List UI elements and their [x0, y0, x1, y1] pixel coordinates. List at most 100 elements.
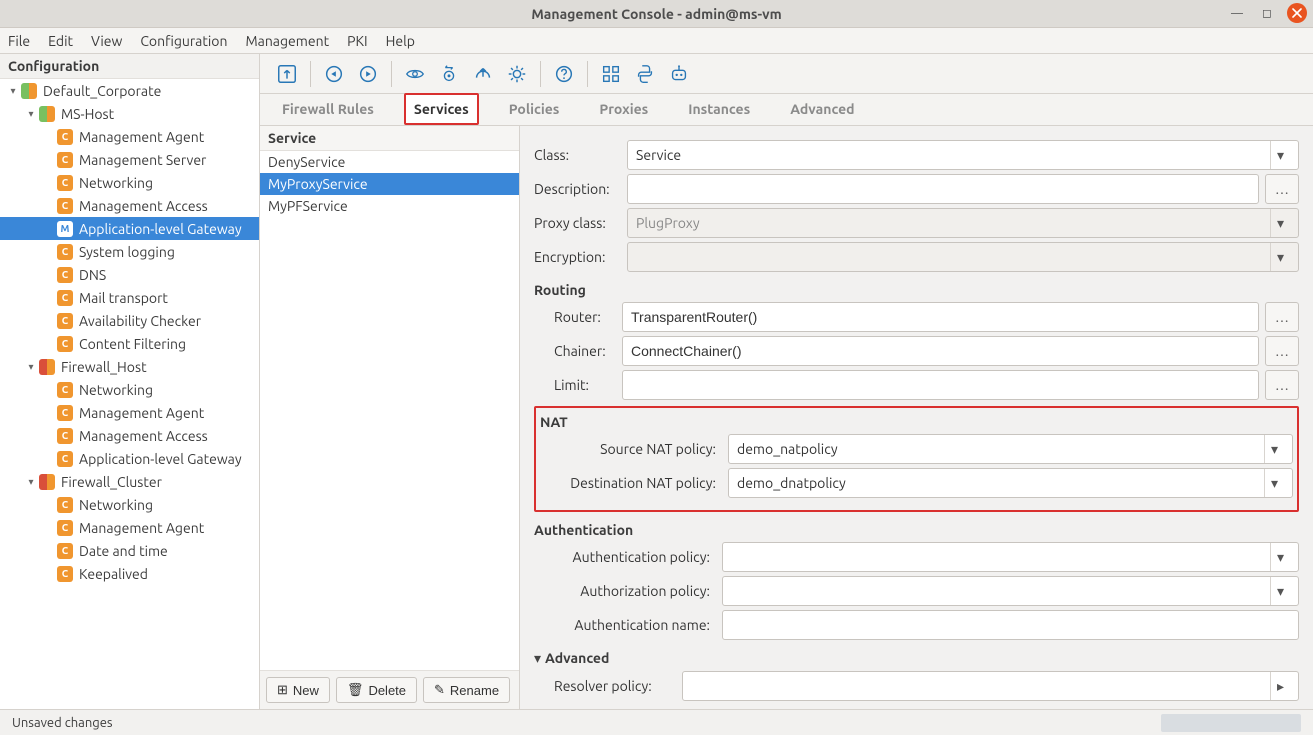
tab-firewall-rules[interactable]: Firewall Rules [272, 93, 384, 125]
resolver-label: Resolver policy: [554, 678, 674, 694]
chainer-more-button[interactable]: … [1265, 336, 1299, 366]
router-more-button[interactable]: … [1265, 302, 1299, 332]
tree-node[interactable]: CManagement Agent [0, 125, 259, 148]
tree-node[interactable]: ▾Firewall_Cluster [0, 470, 259, 493]
proxy-class-label: Proxy class: [534, 215, 619, 231]
tree-node[interactable]: CApplication-level Gateway [0, 447, 259, 470]
service-list-item[interactable]: DenyService [260, 151, 519, 173]
tree-node[interactable]: CDNS [0, 263, 259, 286]
tool-gear-icon[interactable] [500, 57, 534, 91]
new-service-button[interactable]: ⊞New [266, 677, 330, 703]
tree-node[interactable]: C Management Access [0, 194, 259, 217]
tool-view-icon[interactable] [398, 57, 432, 91]
menu-file[interactable]: File [8, 33, 30, 49]
service-list-item[interactable]: MyPFService [260, 195, 519, 217]
node-badge-icon: C [57, 175, 73, 191]
menu-management[interactable]: Management [245, 33, 329, 49]
tool-help-icon[interactable] [547, 57, 581, 91]
encryption-combo[interactable]: ▾ [627, 242, 1299, 272]
tab-policies[interactable]: Policies [499, 93, 570, 125]
src-nat-combo[interactable]: demo_natpolicy▾ [728, 434, 1293, 464]
tab-instances[interactable]: Instances [678, 93, 760, 125]
tree-node[interactable]: CSystem logging [0, 240, 259, 263]
close-button[interactable] [1287, 3, 1307, 23]
minimize-button[interactable]: — [1227, 3, 1247, 23]
tree-node[interactable]: CMail transport [0, 286, 259, 309]
tool-upload-icon[interactable] [466, 57, 500, 91]
tool-python-icon[interactable] [628, 57, 662, 91]
tab-services[interactable]: Services [404, 93, 479, 125]
router-input[interactable] [622, 302, 1259, 332]
delete-service-button[interactable]: 🗑Delete [336, 677, 417, 703]
tool-grid-icon[interactable] [594, 57, 628, 91]
service-list-item[interactable]: MyProxyService [260, 173, 519, 195]
tree-node-label: Management Server [79, 152, 206, 168]
tool-up-icon[interactable] [270, 57, 304, 91]
limit-more-button[interactable]: … [1265, 370, 1299, 400]
tree-node[interactable]: CManagement Agent [0, 516, 259, 539]
tool-robot-icon[interactable] [662, 57, 696, 91]
chevron-down-icon: ▾ [1270, 243, 1290, 271]
tab-proxies[interactable]: Proxies [589, 93, 658, 125]
node-badge-icon: C [57, 198, 73, 214]
advanced-section-title[interactable]: ▾Advanced [534, 650, 1299, 667]
menu-edit[interactable]: Edit [48, 33, 73, 49]
menu-help[interactable]: Help [386, 33, 415, 49]
config-tree[interactable]: ▾Default_Corporate▾MS-HostCManagement Ag… [0, 79, 259, 709]
chevron-down-icon: ▾ [1264, 435, 1284, 463]
tree-node-label: Default_Corporate [43, 83, 161, 99]
tree-node[interactable]: CNetworking [0, 378, 259, 401]
tree-node[interactable]: ▾Firewall_Host [0, 355, 259, 378]
workspace: Service DenyServiceMyProxyServiceMyPFSer… [260, 126, 1313, 709]
tool-revert-icon[interactable] [351, 57, 385, 91]
rename-service-button[interactable]: ✎Rename [423, 677, 510, 703]
tree-node[interactable]: MApplication-level Gateway [0, 217, 259, 240]
description-more-button[interactable]: … [1265, 174, 1299, 204]
service-list[interactable]: DenyServiceMyProxyServiceMyPFService [260, 151, 519, 670]
menu-view[interactable]: View [91, 33, 122, 49]
tree-node[interactable]: CManagement Access [0, 424, 259, 447]
tree-node-label: Management Agent [79, 520, 204, 536]
tree-node[interactable]: ▾ Default_Corporate [0, 79, 259, 102]
tree-node[interactable]: ▾MS-Host [0, 102, 259, 125]
service-form: Class: Service▾ Description: … Proxy cla… [520, 126, 1313, 709]
maximize-button[interactable]: ◻ [1257, 3, 1277, 23]
close-icon [1292, 8, 1302, 18]
menu-configuration[interactable]: Configuration [140, 33, 227, 49]
chevron-down-icon: ▾ [534, 650, 541, 667]
tree-node[interactable]: CContent Filtering [0, 332, 259, 355]
node-pair-icon [39, 106, 55, 122]
tree-node[interactable]: CDate and time [0, 539, 259, 562]
limit-input[interactable] [622, 370, 1259, 400]
dst-nat-combo[interactable]: demo_dnatpolicy▾ [728, 468, 1293, 498]
resolver-combo[interactable]: ▸ [682, 671, 1299, 701]
tab-advanced[interactable]: Advanced [780, 93, 864, 125]
authz-policy-combo[interactable]: ▾ [722, 576, 1299, 606]
chainer-label: Chainer: [554, 343, 614, 359]
tree-node[interactable]: CManagement Agent [0, 401, 259, 424]
auth-policy-combo[interactable]: ▾ [722, 542, 1299, 572]
tree-node-label: Management Access [79, 198, 208, 214]
tool-commit-icon[interactable] [317, 57, 351, 91]
service-list-actions: ⊞New 🗑Delete ✎Rename [260, 670, 519, 709]
tab-bar: Firewall Rules Services Policies Proxies… [260, 94, 1313, 126]
class-combo[interactable]: Service▾ [627, 140, 1299, 170]
tree-node[interactable]: CManagement Server [0, 148, 259, 171]
tool-settings-sync-icon[interactable] [432, 57, 466, 91]
tree-node[interactable]: CAvailability Checker [0, 309, 259, 332]
sidebar: Configuration ▾Default_Corporate▾MS-Host… [0, 54, 260, 709]
chainer-input[interactable] [622, 336, 1259, 366]
expand-icon: ▾ [6, 85, 20, 97]
description-label: Description: [534, 181, 619, 197]
tree-node-label: Firewall_Cluster [61, 474, 162, 490]
description-input[interactable] [627, 174, 1259, 204]
tree-node[interactable]: CNetworking [0, 493, 259, 516]
auth-name-input[interactable] [722, 610, 1299, 640]
menu-pki[interactable]: PKI [347, 33, 367, 49]
node-badge-icon: C [57, 382, 73, 398]
tree-node[interactable]: CKeepalived [0, 562, 259, 585]
encryption-label: Encryption: [534, 249, 619, 265]
proxy-class-combo[interactable]: PlugProxy▾ [627, 208, 1299, 238]
node-badge-icon: C [57, 543, 73, 559]
tree-node[interactable]: CNetworking [0, 171, 259, 194]
